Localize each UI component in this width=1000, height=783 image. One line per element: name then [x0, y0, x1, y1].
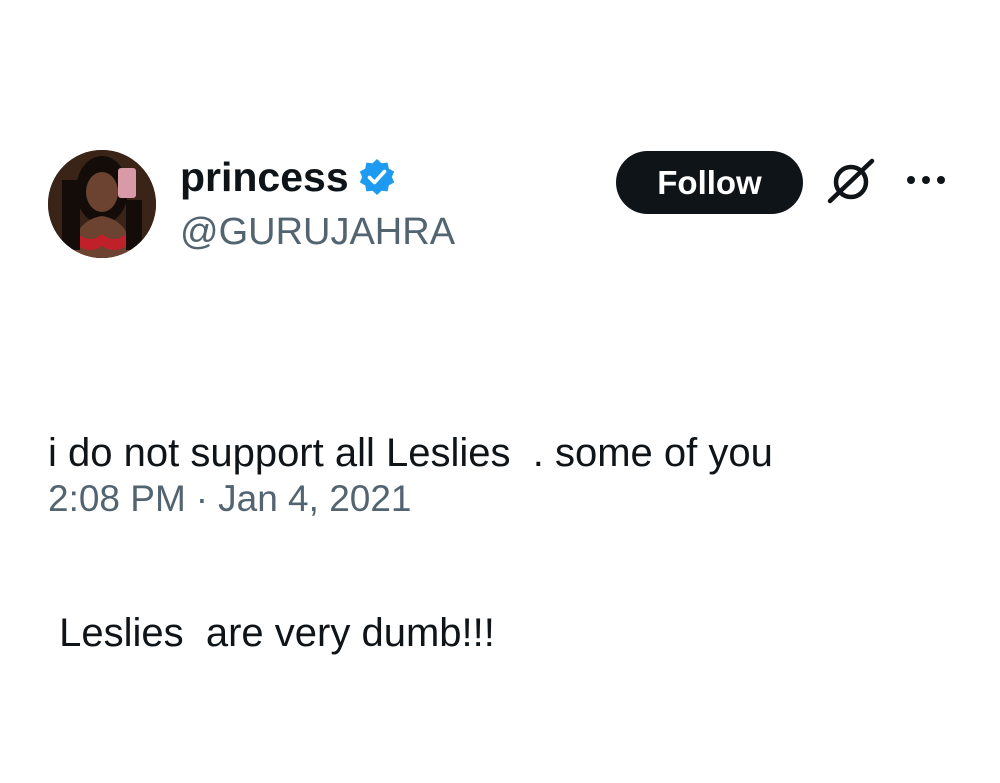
avatar-photo [48, 150, 156, 258]
tweet-text-line: Leslies are very dumb!!! [48, 611, 495, 655]
tweet-text-line: i do not support all Leslies . some of y… [48, 431, 773, 475]
tweet-text: i do not support all Leslies . some of y… [48, 303, 948, 783]
follow-button[interactable]: Follow [616, 151, 803, 214]
more-options-icon[interactable] [904, 170, 948, 190]
handle[interactable]: @GURUJAHRA [180, 208, 455, 256]
timestamp: 2:08 PM · Jan 4, 2021 [48, 475, 412, 523]
tweet-card: princess @GURUJAHRA Follow i do not supp… [0, 0, 1000, 655]
verified-badge-icon [357, 157, 397, 197]
grok-icon[interactable] [824, 155, 880, 207]
timestamp-date[interactable]: Jan 4, 2021 [218, 475, 411, 523]
avatar[interactable] [48, 150, 156, 258]
timestamp-separator: · [195, 478, 209, 519]
display-name[interactable]: princess [180, 152, 397, 202]
timestamp-time[interactable]: 2:08 PM [48, 475, 186, 523]
display-name-text: princess [180, 154, 349, 200]
